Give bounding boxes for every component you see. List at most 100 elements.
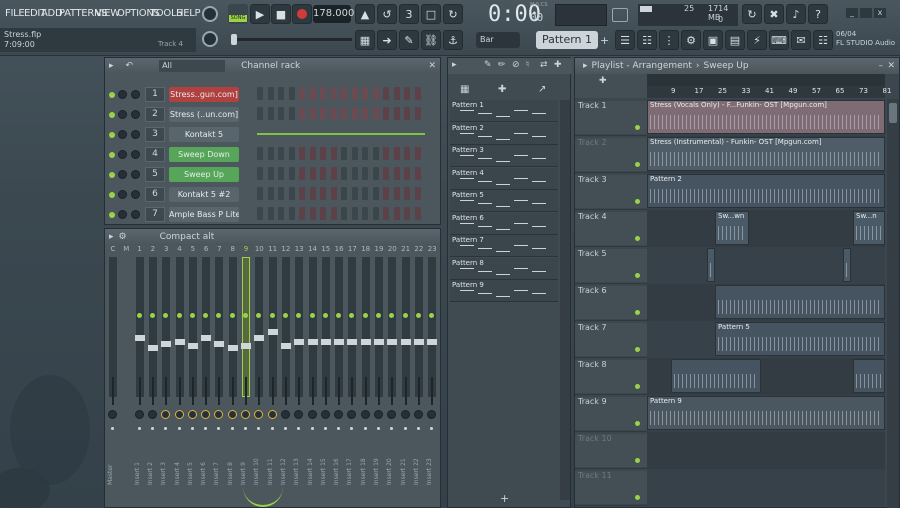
mixer-arrow-icon[interactable]: ▸ — [109, 232, 114, 242]
step-button[interactable] — [278, 87, 284, 100]
strip-knob[interactable] — [241, 410, 250, 419]
strip-led[interactable] — [415, 313, 421, 318]
track-lane[interactable]: Pattern 2 — [647, 173, 885, 210]
mixer-strip[interactable]: Insert 11 — [267, 257, 279, 497]
step-button[interactable] — [383, 87, 389, 100]
fader-handle[interactable] — [280, 343, 291, 349]
route-dot[interactable] — [350, 427, 354, 430]
maximize-button[interactable] — [860, 8, 872, 18]
pattern-item[interactable]: Pattern 8 — [450, 257, 558, 280]
step-button[interactable] — [414, 187, 421, 200]
stop-button[interactable]: ■ — [271, 4, 291, 24]
step-button[interactable] — [309, 207, 316, 220]
fader-handle[interactable] — [374, 339, 384, 345]
track-led[interactable] — [635, 125, 640, 130]
track-led[interactable] — [635, 458, 640, 463]
playlist-arrow-icon[interactable]: ▸ — [583, 61, 588, 71]
step-button[interactable] — [351, 87, 358, 100]
mixer-titlebar[interactable]: ▸ ⚙ Compact alt — [105, 229, 440, 245]
step-button[interactable] — [393, 147, 400, 160]
track-header[interactable]: Track 2 — [575, 138, 647, 171]
track-header[interactable]: Track 1 — [575, 101, 647, 134]
cut-tools-icon[interactable]: ✖ — [764, 4, 784, 24]
timeline-ruler[interactable]: 9 17 25 33 41 49 57 65 73 81 — [647, 86, 891, 98]
pencil-icon[interactable]: ✎ — [484, 60, 492, 70]
mixer-strip[interactable]: Insert 6 — [200, 257, 212, 497]
channel-number[interactable]: 7 — [145, 207, 165, 222]
track-lane[interactable]: Stress (Vocals Only) - F...Funkin- OST [… — [647, 99, 885, 136]
step-button[interactable] — [278, 187, 284, 200]
strip-knob[interactable] — [214, 410, 224, 419]
step-button[interactable] — [414, 87, 421, 100]
step-button[interactable] — [362, 87, 368, 100]
track-lane[interactable]: Stress (Instrumental) - Funkin- OST [Mpg… — [647, 136, 885, 173]
mixer-strip[interactable]: Insert 15 — [320, 257, 332, 497]
pattern-item[interactable]: Pattern 1 — [450, 100, 558, 122]
strip-knob[interactable] — [147, 410, 157, 419]
step-button[interactable] — [404, 207, 410, 220]
fader-track[interactable] — [361, 257, 370, 397]
strip-led[interactable] — [176, 313, 182, 318]
channel-pan-knob[interactable] — [118, 90, 127, 99]
step-button[interactable] — [320, 207, 326, 220]
blend-notes-icon[interactable]: □ — [421, 4, 441, 24]
strip-led[interactable] — [136, 313, 142, 318]
step-button[interactable] — [330, 187, 337, 200]
channel-name-button[interactable]: Sweep Down — [169, 147, 239, 162]
track-lane[interactable] — [647, 469, 885, 506]
fader-handle[interactable] — [227, 345, 238, 351]
fader-handle[interactable] — [267, 329, 278, 335]
channel-name-button[interactable]: Kontakt 5 — [169, 127, 239, 142]
step-button[interactable] — [393, 187, 400, 200]
mixer-strip[interactable]: Insert 18 — [360, 257, 372, 497]
fader-handle[interactable] — [241, 343, 251, 349]
mixer-strip[interactable]: Insert 13 — [293, 257, 305, 497]
channel-number[interactable]: 5 — [145, 167, 165, 182]
step-button[interactable] — [372, 167, 379, 180]
channel-number[interactable]: 6 — [145, 187, 165, 202]
playlist-clip[interactable]: Stress (Instrumental) - Funkin- OST [Mpg… — [647, 137, 885, 171]
step-button[interactable] — [383, 147, 389, 160]
mixer-tools-icon[interactable]: ⚙ — [119, 232, 127, 242]
mixer-strip[interactable]: Insert 9 — [240, 257, 252, 497]
playlist-clip[interactable] — [671, 359, 761, 393]
fader-handle[interactable] — [214, 341, 225, 347]
add-icon[interactable]: + — [500, 492, 509, 505]
fader-handle[interactable] — [307, 339, 318, 345]
channel-pan-knob[interactable] — [118, 190, 127, 199]
mixer-strip[interactable]: Insert 22 — [413, 257, 425, 497]
track-led[interactable] — [635, 162, 640, 167]
strip-led[interactable] — [229, 313, 235, 318]
piano-roll-icon[interactable]: ▦ — [355, 30, 375, 50]
fader-handle[interactable] — [360, 339, 371, 345]
master-pitch-knob[interactable] — [202, 31, 218, 47]
step-button[interactable] — [393, 107, 400, 120]
step-button[interactable] — [393, 207, 400, 220]
step-button[interactable] — [320, 187, 326, 200]
plug-icon[interactable]: ⚡ — [747, 30, 767, 50]
step-button[interactable] — [288, 107, 295, 120]
track-header[interactable]: Track 7 — [575, 323, 647, 356]
step-button[interactable] — [309, 147, 316, 160]
step-button[interactable] — [404, 147, 410, 160]
route-dot[interactable] — [430, 427, 434, 430]
track-led[interactable] — [635, 421, 640, 426]
step-button[interactable] — [362, 187, 368, 200]
fader-handle[interactable] — [427, 339, 438, 345]
strip-knob[interactable] — [254, 410, 264, 419]
playlist-clip[interactable]: Sw...n — [853, 211, 885, 245]
pitch-slider-handle[interactable] — [231, 34, 237, 45]
fader-track[interactable] — [335, 257, 344, 397]
channel-led[interactable] — [109, 172, 115, 178]
step-button[interactable] — [257, 147, 263, 160]
channel-volume-knob[interactable] — [131, 210, 140, 219]
fader-track[interactable] — [375, 257, 383, 397]
strip-led[interactable] — [322, 313, 328, 318]
mixer-strip[interactable]: Insert 20 — [386, 257, 398, 497]
fader-track[interactable] — [388, 257, 397, 397]
snap-select[interactable]: Bar — [476, 32, 520, 48]
track-lane[interactable] — [647, 284, 885, 321]
step-button[interactable] — [351, 187, 358, 200]
track-header[interactable]: Track 11 — [575, 471, 647, 504]
route-dot[interactable] — [390, 427, 394, 430]
